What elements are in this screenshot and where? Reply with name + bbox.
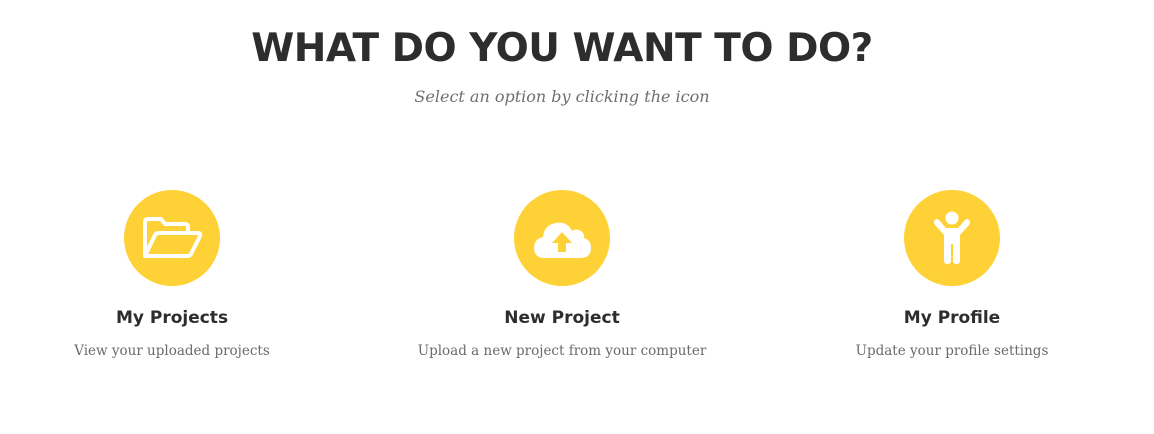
my-projects-description: View your uploaded projects — [74, 343, 270, 359]
page-title: WHAT DO YOU WANT TO DO? — [251, 26, 873, 71]
option-my-profile[interactable]: My Profile Update your profile settings — [772, 190, 1132, 360]
option-new-project[interactable]: New Project Upload a new project from yo… — [382, 190, 742, 360]
page-subtitle: Select an option by clicking the icon — [414, 87, 710, 106]
my-projects-icon-button[interactable] — [124, 190, 220, 286]
child-person-icon — [932, 211, 972, 265]
my-profile-description: Update your profile settings — [855, 343, 1049, 359]
new-project-title[interactable]: New Project — [382, 306, 742, 330]
new-project-icon-button[interactable] — [514, 190, 610, 286]
my-projects-title[interactable]: My Projects — [0, 306, 352, 330]
option-my-projects[interactable]: My Projects View your uploaded projects — [0, 190, 352, 360]
folder-open-icon — [141, 216, 203, 260]
new-project-description: Upload a new project from your computer — [417, 343, 707, 359]
my-profile-icon-button[interactable] — [904, 190, 1000, 286]
options-page: WHAT DO YOU WANT TO DO? Select an option… — [0, 0, 1154, 434]
cloud-upload-icon — [531, 216, 593, 260]
my-profile-title[interactable]: My Profile — [772, 306, 1132, 330]
